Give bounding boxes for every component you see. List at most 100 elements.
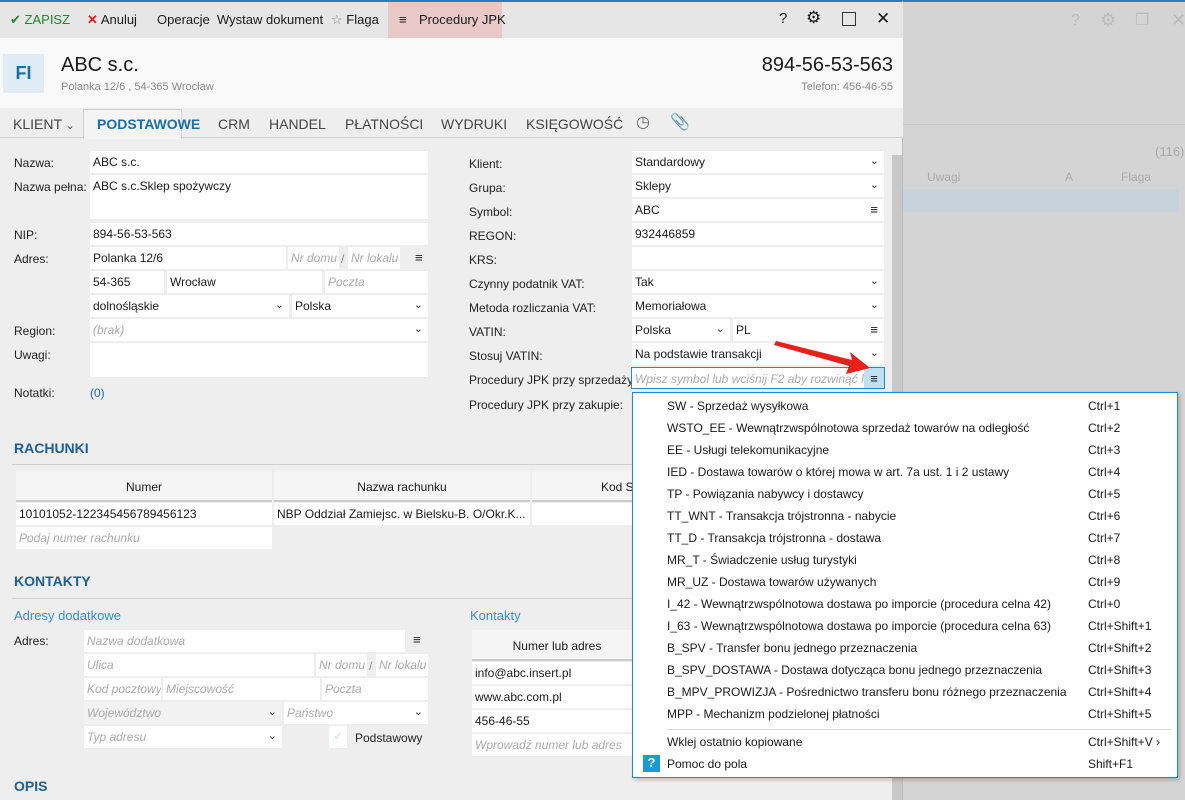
menu-item[interactable]: I_42 - Wewnątrzwspólnotowa dostawa po im… [667, 597, 1051, 611]
nip-input[interactable]: 894-56-53-563 [90, 223, 428, 245]
contact-cell[interactable]: info@abc.insert.pl [472, 662, 642, 684]
tab-podstawowe[interactable]: PODSTAWOWE [97, 116, 200, 132]
tab-handel[interactable]: HANDEL [269, 116, 326, 132]
primary-label: Podstawowy [355, 731, 423, 745]
menu-item[interactable]: SW - Sprzedaż wysyłkowa [667, 399, 808, 413]
shortcut: Ctrl+9 [1088, 575, 1121, 589]
menu-item-paste[interactable]: Wklej ostatnio kopiowane [667, 735, 802, 749]
menu-item[interactable]: TT_D - Transakcja trójstronna - dostawa [667, 531, 881, 545]
krs-input[interactable] [632, 247, 884, 269]
paperclip-icon[interactable]: 📎 [670, 112, 690, 132]
house-number-input[interactable]: Nr domu [316, 654, 367, 676]
country-select[interactable]: Polska ⌄ [292, 295, 428, 317]
client-type-select[interactable]: Standardowy ⌄ [632, 151, 884, 173]
record-count: (116) [1155, 144, 1185, 159]
menu-item[interactable]: B_MPV_PROWIZJA - Pośrednictwo transferu … [667, 685, 1067, 699]
column-header-contact[interactable]: Numer lub adres [472, 630, 642, 661]
post-office-input[interactable]: Poczta [322, 678, 428, 700]
help-icon: ? [643, 755, 660, 772]
menu-item[interactable]: B_SPV_DOSTAWA - Dostawa dotycząca bonu j… [667, 663, 1042, 677]
menu-icon[interactable]: ≡ [415, 250, 423, 265]
account-number-cell[interactable]: 10101052-122345456789456123 [16, 503, 272, 525]
column-header-nazwa[interactable]: Nazwa rachunku [274, 471, 530, 502]
menu-item[interactable]: MR_UZ - Dostawa towarów używanych [667, 575, 876, 589]
menu-item[interactable]: TP - Powiązania nabywcy i dostawcy [667, 487, 864, 501]
jpk-procedures-button[interactable]: ≡ Procedury JPK [388, 2, 506, 38]
vat-payer-select[interactable]: Tak ⌄ [632, 271, 884, 293]
new-contact-input[interactable]: Wprowadź numer lub adres [472, 734, 642, 756]
tab-klient[interactable]: KLIENT ⌄ [13, 116, 75, 132]
contact-cell[interactable]: 456-46-55 [472, 710, 642, 732]
regon-input[interactable]: 932446859 [632, 223, 884, 245]
help-icon[interactable]: ? [779, 10, 787, 27]
selected-row[interactable] [903, 189, 1179, 212]
close-icon[interactable]: ✕ [876, 9, 890, 29]
street-input[interactable]: Ulica [84, 654, 314, 676]
gear-icon[interactable]: ⚙ [806, 8, 821, 28]
house-number-input[interactable]: Nr domu [288, 247, 339, 269]
history-icon[interactable]: ◷ [636, 112, 650, 132]
client-phone: Telefon: 456-46-55 [801, 81, 893, 93]
notes-input[interactable] [90, 343, 428, 377]
street-input[interactable]: Polanka 12/6 [90, 247, 286, 269]
vat-method-select[interactable]: Memoriałowa ⌄ [632, 295, 884, 317]
group-select[interactable]: Sklepy ⌄ [632, 175, 884, 197]
menu-item[interactable]: MPP - Mechanizm podzielonej płatności [667, 707, 880, 721]
tab-platnosci[interactable]: PŁATNOŚCI [345, 116, 423, 132]
full-name-input[interactable]: ABC s.c.Sklep spożywczy [90, 175, 428, 219]
menu-item[interactable]: IED - Dostawa towarów o której mowa w ar… [667, 465, 1009, 479]
annotation-arrow [774, 341, 870, 374]
menu-icon[interactable]: ≡ [413, 632, 421, 647]
menu-item[interactable]: B_SPV - Transfer bonu jednego przeznacze… [667, 641, 917, 655]
tab-ksiegowosc[interactable]: KSIĘGOWOŚĆ [526, 116, 623, 132]
label: Uwagi: [14, 348, 51, 362]
menu-icon[interactable]: ≡ [870, 202, 878, 217]
cancel-button[interactable]: ✕ Anuluj [87, 12, 137, 28]
contact-cell[interactable]: www.abc.com.pl [472, 686, 642, 708]
notes-count-link[interactable]: (0) [90, 386, 105, 400]
operations-button[interactable]: Operacje [157, 12, 210, 27]
menu-item[interactable]: TT_WNT - Transakcja trójstronna - nabyci… [667, 509, 896, 523]
label: Czynny podatnik VAT: [469, 277, 585, 291]
column-header-numer[interactable]: Numer [16, 471, 272, 502]
chevron-right-icon: › [1156, 735, 1161, 749]
save-button[interactable]: ✔ ZAPISZ [10, 12, 70, 28]
apartment-number-input[interactable]: Nr lokalu [348, 247, 400, 269]
account-name-cell[interactable]: NBP Oddział Zamiejsc. w Bielsku-B. O/Okr… [274, 503, 530, 525]
column-header: A [1065, 170, 1074, 184]
maximize-icon[interactable] [842, 12, 856, 26]
client-name: ABC s.c. [61, 54, 139, 76]
subsection-title: Kontakty [470, 608, 521, 623]
chevron-down-icon: ⌄ [869, 155, 879, 167]
menu-item[interactable]: I_63 - Wewnątrzwspólnotowa dostawa po im… [667, 619, 1051, 633]
symbol-input[interactable]: ABC ≡ [632, 199, 884, 221]
city-input[interactable]: Miejscowość [163, 678, 320, 700]
postal-code-input[interactable]: 54-365 [90, 271, 164, 293]
city-input[interactable]: Wrocław [167, 271, 322, 293]
address-type-select[interactable]: Typ adresu ⌄ [84, 726, 282, 748]
chevron-down-icon: ⌄ [413, 323, 423, 335]
menu-item-help[interactable]: Pomoc do pola [667, 757, 747, 771]
flag-button[interactable]: ☆ Flaga [331, 12, 379, 28]
name-input[interactable]: ABC s.c. [90, 151, 428, 173]
menu-item[interactable]: EE - Usługi telekomunikacyjne [667, 443, 829, 457]
tab-wydruki[interactable]: WYDRUKI [441, 116, 507, 132]
region-select[interactable]: (brak) ⌄ [90, 319, 428, 341]
post-office-input[interactable]: Poczta [325, 271, 428, 293]
tab-crm[interactable]: CRM [218, 116, 250, 132]
apartment-number-input[interactable]: Nr lokalu [376, 654, 428, 676]
star-icon: ☆ [331, 12, 343, 27]
primary-checkbox[interactable]: ✓ [329, 726, 347, 748]
additional-name-input[interactable]: Nazwa dodatkowa [84, 630, 405, 652]
voivodeship-select[interactable]: Województwo ⌄ [84, 702, 282, 724]
voivodeship-select[interactable]: dolnośląskie ⌄ [90, 295, 289, 317]
new-account-input[interactable]: Podaj numer rachunku [16, 527, 272, 549]
menu-item[interactable]: WSTO_EE - Wewnątrzwspólnotowa sprzedaż t… [667, 421, 1029, 435]
shortcut: Ctrl+Shift+V › [1088, 735, 1161, 749]
country-select[interactable]: Państwo ⌄ [284, 702, 428, 724]
vatin-country-select[interactable]: Polska ⌄ [632, 319, 730, 341]
issue-document-button[interactable]: Wystaw dokument [217, 12, 323, 27]
menu-item[interactable]: MR_T - Świadczenie usług turystyki [667, 553, 857, 567]
postal-code-input[interactable]: Kod pocztowy [84, 678, 161, 700]
shortcut: Shift+F1 [1088, 757, 1134, 771]
